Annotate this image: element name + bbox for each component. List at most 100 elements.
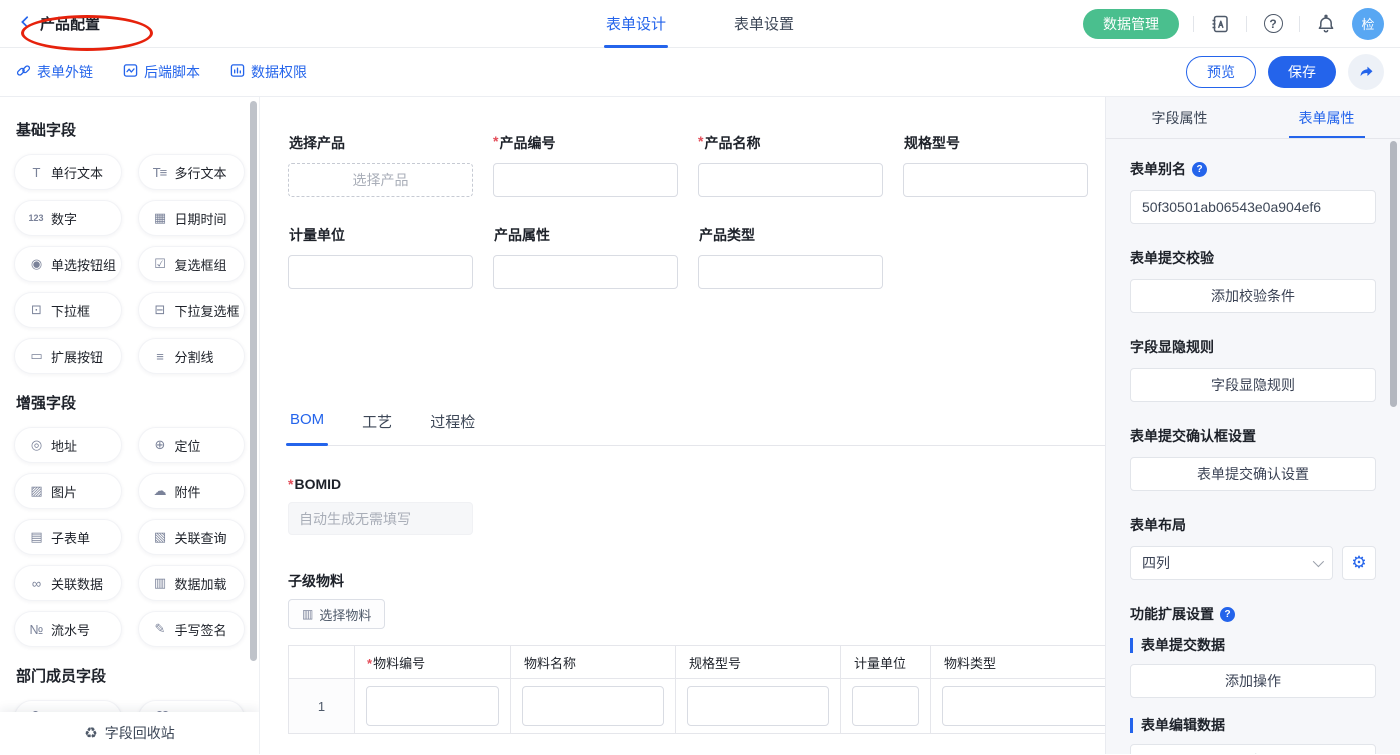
tab-bom[interactable]: BOM: [288, 411, 326, 445]
row-index: 1: [289, 679, 355, 734]
image-icon: ▨: [28, 483, 44, 499]
sub-material-label: 子级物料: [288, 571, 1105, 591]
sidebar-item-attachment[interactable]: ☁附件: [138, 473, 246, 509]
sidebar-item-relate-query[interactable]: ▧关联查询: [138, 519, 246, 555]
panel-scrollbar[interactable]: [1390, 141, 1397, 407]
layout-select[interactable]: 四列: [1130, 546, 1333, 580]
address-book-icon[interactable]: [1208, 12, 1232, 36]
map-pin-icon: ◎: [28, 437, 44, 453]
sidebar-item-divider[interactable]: ≡分割线: [138, 338, 246, 374]
sidebar-item-image[interactable]: ▨图片: [14, 473, 122, 509]
question-icon[interactable]: ?: [1192, 162, 1207, 177]
material-spec-input[interactable]: [687, 686, 829, 726]
checkbox-icon: ☑: [152, 256, 168, 272]
sidebar-scrollbar[interactable]: [250, 101, 257, 661]
single-line-text-icon: T: [28, 165, 44, 180]
permission-icon: [230, 63, 245, 81]
product-attr-input[interactable]: [493, 255, 678, 289]
add-validation-button[interactable]: 添加校验条件: [1130, 279, 1376, 313]
material-name-input[interactable]: [522, 686, 664, 726]
product-type-input[interactable]: [698, 255, 883, 289]
header-tabs: 表单设计 表单设置: [604, 0, 796, 48]
relate-query-icon: ▧: [152, 529, 168, 545]
field-product-attr[interactable]: 产品属性: [493, 225, 678, 289]
bomid-input[interactable]: [288, 502, 473, 535]
data-manage-button[interactable]: 数据管理: [1083, 9, 1179, 39]
col-material-code: *物料编号: [355, 646, 511, 679]
material-table: *物料编号 物料名称 规格型号 计量单位 物料类型 1: [288, 645, 1105, 734]
form-layout-label: 表单布局: [1130, 515, 1376, 535]
select-icon: ⊡: [28, 302, 44, 318]
field-product-type[interactable]: 产品类型: [698, 225, 883, 289]
field-spec-model[interactable]: 规格型号: [903, 133, 1088, 197]
sidebar-item-select[interactable]: ⊡下拉框: [14, 292, 122, 328]
preview-button[interactable]: 预览: [1186, 56, 1256, 88]
field-product-name[interactable]: *产品名称: [698, 133, 883, 197]
field-visibility-button[interactable]: 字段显隐规则: [1130, 368, 1376, 402]
data-permission-button[interactable]: 数据权限: [230, 62, 307, 82]
sidebar-item-serial-number[interactable]: №流水号: [14, 611, 122, 647]
field-recycle-bin[interactable]: ♻ 字段回收站: [0, 712, 259, 754]
toolbar-actions: 预览 保存: [1186, 54, 1384, 90]
save-button[interactable]: 保存: [1268, 56, 1336, 88]
help-icon[interactable]: ?: [1261, 12, 1285, 36]
back-chevron-icon: [18, 15, 32, 32]
spec-model-input[interactable]: [903, 163, 1088, 197]
sidebar-item-multi-line-text[interactable]: T≡多行文本: [138, 154, 246, 190]
sidebar-item-extend-button[interactable]: ▭扩展按钮: [14, 338, 122, 374]
tab-form-properties[interactable]: 表单属性: [1253, 97, 1400, 138]
tab-form-design[interactable]: 表单设计: [604, 0, 668, 48]
material-code-input[interactable]: [366, 686, 499, 726]
col-material-name: 物料名称: [511, 646, 676, 679]
sidebar-item-signature[interactable]: ✎手写签名: [138, 611, 246, 647]
sidebar-item-single-line-text[interactable]: T单行文本: [14, 154, 122, 190]
tab-process[interactable]: 工艺: [360, 411, 394, 445]
select-material-button[interactable]: ▥ 选择物料: [288, 599, 385, 629]
field-visibility-section: 字段显隐规则 字段显隐规则: [1130, 337, 1376, 402]
tab-field-properties[interactable]: 字段属性: [1106, 97, 1253, 138]
material-unit-input[interactable]: [852, 686, 919, 726]
section-title-members: 部门成员字段: [16, 665, 245, 686]
select-product-picker[interactable]: 选择产品: [288, 163, 473, 197]
avatar[interactable]: 检: [1352, 8, 1384, 40]
product-code-input[interactable]: [493, 163, 678, 197]
add-edit-action-button[interactable]: 添加操作: [1130, 744, 1376, 754]
form-alias-input[interactable]: [1130, 190, 1376, 224]
panel-tabs: 字段属性 表单属性: [1106, 97, 1400, 139]
edit-data-label: 表单编辑数据: [1130, 718, 1376, 733]
cloud-upload-icon: ☁: [152, 483, 168, 499]
tab-process-check[interactable]: 过程检: [428, 411, 477, 445]
field-select-product[interactable]: 选择产品 选择产品: [288, 133, 473, 197]
bell-icon[interactable]: [1314, 12, 1338, 36]
bar-chart-icon: ▥: [152, 575, 168, 591]
sidebar-item-datetime[interactable]: ▦日期时间: [138, 200, 246, 236]
layout-settings-button[interactable]: ⚙: [1342, 546, 1376, 580]
add-submit-action-button[interactable]: 添加操作: [1130, 664, 1376, 698]
sidebar-item-subform[interactable]: ▤子表单: [14, 519, 122, 555]
sidebar-item-number[interactable]: 123数字: [14, 200, 122, 236]
submit-confirm-button[interactable]: 表单提交确认设置: [1130, 457, 1376, 491]
serial-icon: №: [28, 622, 44, 637]
sidebar-item-multi-select[interactable]: ⊟下拉复选框: [138, 292, 246, 328]
submit-validation-section: 表单提交校验 添加校验条件: [1130, 248, 1376, 313]
question-icon[interactable]: ?: [1220, 607, 1235, 622]
sidebar-item-relate-data[interactable]: ∞关联数据: [14, 565, 122, 601]
section-title-basic: 基础字段: [16, 119, 245, 140]
sidebar-item-location[interactable]: ⊕定位: [138, 427, 246, 463]
backend-script-button[interactable]: 后端脚本: [123, 62, 200, 82]
sidebar-item-checkbox-group[interactable]: ☑复选框组: [138, 246, 246, 282]
bar-chart-icon: ▥: [302, 607, 313, 621]
share-button[interactable]: [1348, 54, 1384, 90]
sidebar-item-radio-group[interactable]: ◉单选按钮组: [14, 246, 122, 282]
page-title: 产品配置: [40, 13, 100, 34]
field-product-code[interactable]: *产品编号: [493, 133, 678, 197]
external-link-button[interactable]: 表单外链: [16, 62, 93, 82]
back-button[interactable]: 产品配置: [16, 9, 110, 38]
product-name-input[interactable]: [698, 163, 883, 197]
sidebar-item-data-load[interactable]: ▥数据加载: [138, 565, 246, 601]
tab-form-settings[interactable]: 表单设置: [732, 0, 796, 48]
material-type-input[interactable]: [942, 686, 1105, 726]
sidebar-item-address[interactable]: ◎地址: [14, 427, 122, 463]
unit-input[interactable]: [288, 255, 473, 289]
field-unit[interactable]: 计量单位: [288, 225, 473, 289]
